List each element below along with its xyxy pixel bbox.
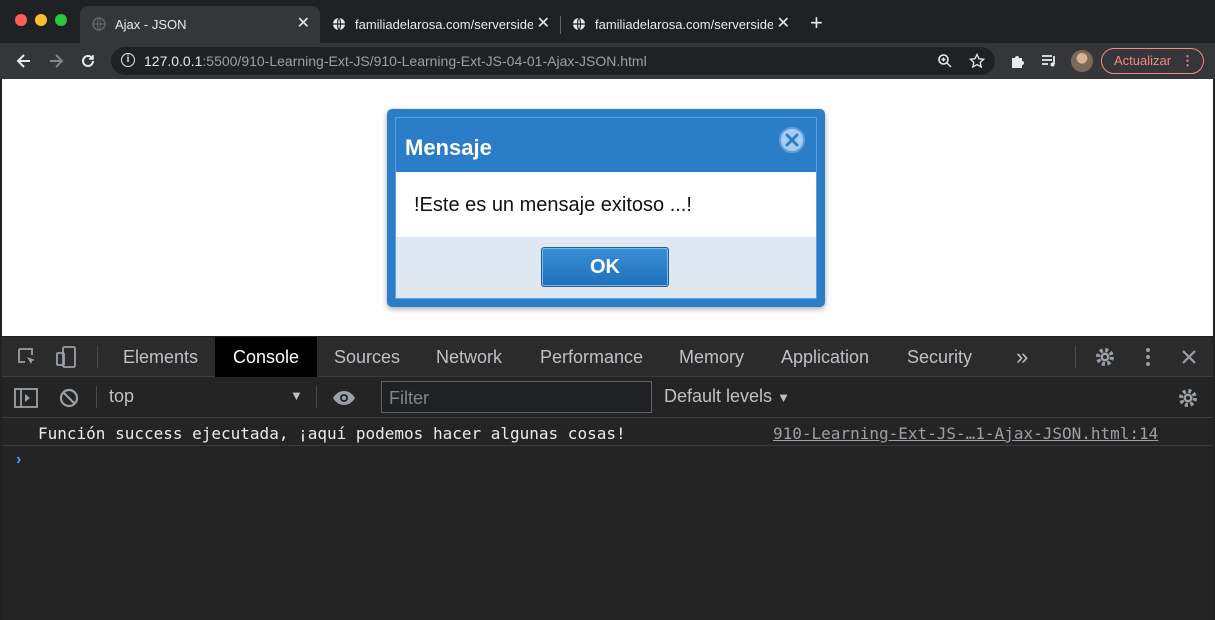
tab-ajax-json[interactable]: Ajax - JSON ✕ — [80, 6, 320, 43]
new-tab-button[interactable]: + — [810, 12, 823, 34]
star-icon[interactable] — [969, 53, 985, 69]
profile-avatar[interactable] — [1071, 50, 1093, 72]
dialog-body: !Este es un mensaje exitoso ...! — [396, 172, 816, 237]
dialog-close-button[interactable] — [779, 127, 805, 153]
context-selector[interactable]: top — [109, 386, 134, 407]
url-host: 127.0.0.1 — [144, 53, 203, 69]
dialog-footer: OK — [396, 237, 816, 298]
tab-familiadelarosa-2[interactable]: familiadelarosa.com/serverside ✕ — [560, 6, 800, 43]
back-arrow-icon[interactable] — [14, 51, 34, 71]
log-levels-label: Default levels — [664, 386, 773, 406]
close-devtools-icon[interactable] — [1179, 347, 1199, 367]
dialog-message: !Este es un mensaje exitoso ...! — [414, 194, 692, 216]
url-path: :5500/910-Learning-Ext-JS/910-Learning-E… — [202, 53, 647, 69]
ok-button[interactable]: OK — [541, 247, 669, 287]
filter-placeholder: Filter — [389, 388, 429, 408]
chevron-down-icon: ▼ — [777, 390, 790, 405]
log-levels-dropdown[interactable]: Default levels ▼ — [664, 386, 790, 407]
tab-memory[interactable]: Memory — [679, 337, 744, 377]
clear-console-icon[interactable] — [58, 387, 80, 409]
eye-icon[interactable] — [331, 388, 357, 408]
dialog-header[interactable]: Mensaje — [396, 118, 816, 172]
reload-icon[interactable] — [78, 51, 98, 71]
forward-arrow-icon[interactable] — [46, 51, 66, 71]
window-edge — [0, 79, 2, 620]
url-text[interactable]: 127.0.0.1:5500/910-Learning-Ext-JS/910-L… — [144, 53, 647, 69]
maximize-window-button[interactable] — [55, 14, 67, 26]
toolbar-divider — [97, 346, 98, 368]
chevron-down-icon[interactable]: ▼ — [290, 388, 303, 403]
site-info-icon[interactable]: i — [121, 53, 135, 67]
devtools-tab-bar: Elements Console Sources Network Perform… — [2, 337, 1213, 377]
console-toolbar: top ▼ Filter Default levels ▼ — [2, 377, 1213, 418]
devtools-panel: Elements Console Sources Network Perform… — [2, 337, 1213, 620]
close-tab-icon[interactable]: ✕ — [297, 15, 310, 33]
tab-security[interactable]: Security — [907, 337, 972, 377]
tab-elements[interactable]: Elements — [123, 337, 198, 377]
settings-gear-icon[interactable] — [1094, 346, 1116, 368]
globe-icon — [573, 17, 585, 31]
minimize-window-button[interactable] — [35, 14, 47, 26]
media-queue-icon[interactable] — [1040, 52, 1058, 70]
inspect-element-icon[interactable] — [16, 346, 38, 368]
more-vertical-icon: ⋮ — [1181, 53, 1194, 68]
log-source-link[interactable]: 910-Learning-Ext-JS-…1-Ajax-JSON.html:14 — [773, 424, 1158, 443]
browser-toolbar: i 127.0.0.1:5500/910-Learning-Ext-JS/910… — [0, 43, 1215, 79]
update-button[interactable]: Actualizar ⋮ — [1101, 48, 1204, 74]
more-vertical-icon[interactable] — [1138, 346, 1158, 368]
extensions-puzzle-icon[interactable] — [1009, 52, 1027, 70]
tab-title: familiadelarosa.com/serverside — [355, 17, 533, 32]
sidebar-toggle-icon[interactable] — [14, 387, 38, 409]
tab-sources[interactable]: Sources — [334, 337, 400, 377]
device-toolbar-icon[interactable] — [54, 345, 78, 369]
console-log-entry: Función success ejecutada, ¡aquí podemos… — [2, 418, 1213, 446]
close-tab-icon[interactable]: ✕ — [537, 15, 550, 33]
tab-title: Ajax - JSON — [115, 17, 187, 32]
browser-tab-bar: Ajax - JSON ✕ familiadelarosa.com/server… — [0, 0, 1215, 43]
zoom-icon[interactable] — [937, 53, 953, 69]
tab-performance[interactable]: Performance — [540, 337, 643, 377]
console-filter-input[interactable]: Filter — [381, 381, 652, 413]
update-label: Actualizar — [1114, 53, 1172, 68]
toolbar-divider — [316, 386, 317, 408]
close-tab-icon[interactable]: ✕ — [777, 15, 790, 33]
tab-network[interactable]: Network — [436, 337, 502, 377]
tab-application[interactable]: Application — [781, 337, 869, 377]
more-tabs-chevron-icon[interactable]: » — [1016, 337, 1028, 377]
dialog-frame: Mensaje !Este es un mensaje exitoso ...!… — [395, 117, 817, 299]
address-bar[interactable]: i 127.0.0.1:5500/910-Learning-Ext-JS/910… — [111, 47, 995, 75]
log-message: Función success ejecutada, ¡aquí podemos… — [38, 424, 626, 443]
globe-icon — [92, 17, 106, 31]
tab-console[interactable]: Console — [215, 337, 318, 377]
message-dialog: Mensaje !Este es un mensaje exitoso ...!… — [387, 109, 825, 307]
tab-title: familiadelarosa.com/serverside — [595, 17, 773, 32]
console-settings-gear-icon[interactable] — [1177, 387, 1199, 409]
close-icon — [785, 133, 799, 147]
globe-icon — [333, 17, 345, 31]
close-window-button[interactable] — [15, 14, 27, 26]
toolbar-divider — [96, 386, 97, 408]
dialog-title: Mensaje — [405, 135, 492, 160]
toolbar-divider — [1075, 346, 1076, 368]
console-prompt-icon[interactable]: › — [16, 451, 21, 469]
tab-familiadelarosa-1[interactable]: familiadelarosa.com/serverside ✕ — [320, 6, 560, 43]
